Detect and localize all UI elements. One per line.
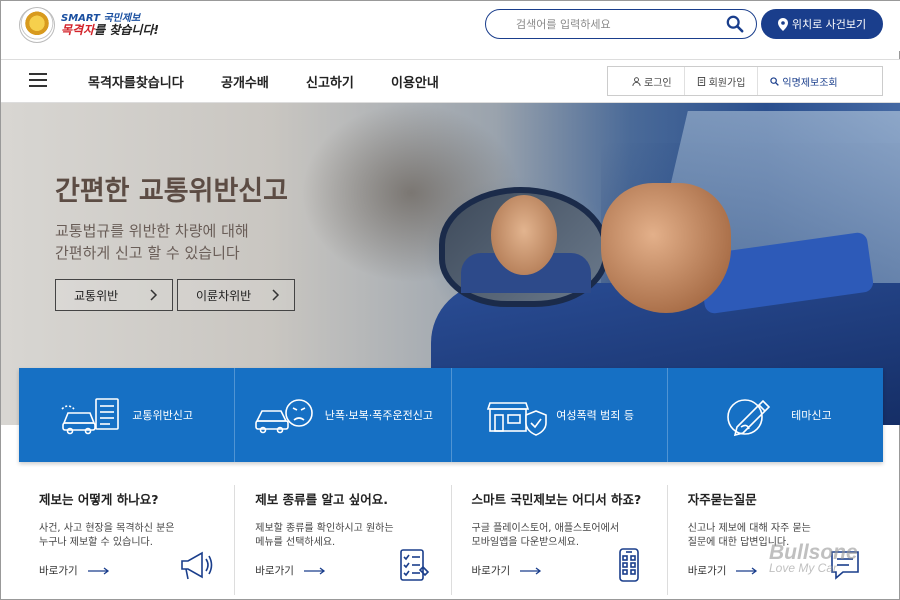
category-traffic-report[interactable]: 교통위반신고 — [19, 368, 236, 462]
search-icon[interactable] — [726, 15, 744, 33]
user-icon — [632, 76, 641, 86]
signup-link[interactable]: 회원가입 — [685, 67, 759, 95]
angry-car-icon — [254, 399, 313, 434]
checklist-icon — [399, 549, 429, 581]
info-title: 자주묻는질문 — [687, 492, 757, 507]
shop-shield-icon — [487, 402, 548, 436]
traffic-violation-button[interactable]: 교통위반 — [55, 279, 173, 311]
watermark: Bullsone Love My Car — [769, 541, 858, 575]
info-title: 제보 종류를 알고 싶어요. — [255, 492, 389, 507]
search-small-icon — [770, 76, 780, 86]
nav-item-witness[interactable]: 목격자를찾습니다 — [88, 72, 184, 91]
police-emblem-icon — [19, 7, 55, 43]
anonymous-lookup-label: 익명제보조회 — [782, 77, 838, 89]
info-card-faq: 자주묻는질문 신고나 제보에 대해 자주 묻는 질문에 대한 답변입니다. 바로가… — [668, 485, 883, 595]
category-label: 여성폭력 범죄 등 — [556, 409, 635, 422]
nav-item-guide[interactable]: 이용안내 — [391, 72, 439, 91]
info-card-where-to-report: 스마트 국민제보는 어디서 하죠? 구글 플레이스토어, 애플스토어에서 모바일앱… — [452, 485, 668, 595]
category-theme-report[interactable]: 테마신고 — [668, 368, 883, 462]
info-title: 스마트 국민제보는 어디서 하죠? — [471, 492, 642, 507]
traffic-report-icon — [61, 398, 120, 435]
header: SMART 국민제보 목격자를 찾습니다! 위치로 사건보기 — [1, 1, 900, 51]
search-input[interactable] — [516, 17, 716, 31]
anonymous-lookup-link[interactable]: 익명제보조회 — [758, 67, 849, 95]
signup-label: 회원가입 — [708, 77, 746, 89]
thumbs-up-hand — [601, 183, 731, 313]
menu-icon[interactable] — [29, 73, 47, 87]
nav-item-wanted[interactable]: 공개수배 — [221, 72, 269, 91]
chevron-right-icon — [272, 289, 280, 301]
arrow-right-icon — [87, 566, 109, 575]
map-pin-icon — [777, 17, 788, 31]
shortcut-link[interactable]: 바로가기 — [39, 563, 110, 578]
search-box — [485, 9, 757, 39]
shortcut-link[interactable]: 바로가기 — [472, 563, 543, 578]
info-title: 제보는 어떻게 하나요? — [39, 492, 159, 507]
location-view-button[interactable]: 위치로 사건보기 — [761, 9, 883, 39]
smartphone-icon — [618, 548, 639, 582]
category-label: 교통위반신고 — [132, 409, 193, 422]
report-categories: 교통위반신고 난폭·보복·폭주운전신고 여성폭력 범죄 등 테마신고 — [19, 368, 883, 462]
category-reckless-driving[interactable]: 난폭·보복·폭주운전신고 — [235, 368, 452, 462]
site-logo[interactable]: SMART 국민제보 목격자를 찾습니다! — [19, 7, 159, 43]
logo-line2: 를 찾습니다! — [94, 22, 159, 37]
document-icon — [697, 76, 705, 86]
arrow-right-icon — [520, 566, 542, 575]
hero-subtitle: 교통법규를 위반한 차량에 대해 간편하게 신고 할 수 있습니다 — [55, 222, 249, 262]
util-menu: 로그인 회원가입 익명제보조회 — [607, 66, 883, 96]
arrow-right-icon — [736, 566, 758, 575]
driver-face — [491, 195, 557, 275]
category-label: 테마신고 — [791, 409, 832, 422]
shortcut-link[interactable]: 바로가기 — [688, 563, 759, 578]
category-women-violence[interactable]: 여성폭력 범죄 등 — [452, 368, 668, 462]
theme-pen-icon — [727, 399, 771, 437]
logo-highlight: 목격자 — [61, 22, 95, 37]
category-label: 난폭·보복·폭주운전신고 — [324, 409, 433, 422]
main-nav: 목격자를찾습니다 공개수배 신고하기 이용안내 로그인 회원가입 익명제보조회 — [1, 59, 900, 103]
info-section: 제보는 어떻게 하나요? 사건, 사고 현장을 목격하신 분은 누구나 제보할 수… — [19, 485, 883, 595]
motorcycle-violation-button[interactable]: 이륜차위반 — [177, 279, 295, 311]
nav-item-report[interactable]: 신고하기 — [306, 72, 354, 91]
info-card-how-to-report: 제보는 어떻게 하나요? 사건, 사고 현장을 목격하신 분은 누구나 제보할 수… — [19, 485, 236, 595]
hero-title: 간편한 교통위반신고 — [55, 176, 288, 207]
shortcut-link[interactable]: 바로가기 — [255, 563, 326, 578]
chevron-right-icon — [150, 289, 158, 301]
megaphone-icon — [181, 551, 213, 580]
login-label: 로그인 — [644, 77, 672, 89]
location-button-label: 위치로 사건보기 — [791, 18, 867, 31]
arrow-right-icon — [303, 566, 325, 575]
info-card-report-types: 제보 종류를 알고 싶어요. 제보할 종류를 확인하시고 원하는 메뉴를 선택하세… — [235, 485, 452, 595]
login-link[interactable]: 로그인 — [608, 67, 685, 95]
